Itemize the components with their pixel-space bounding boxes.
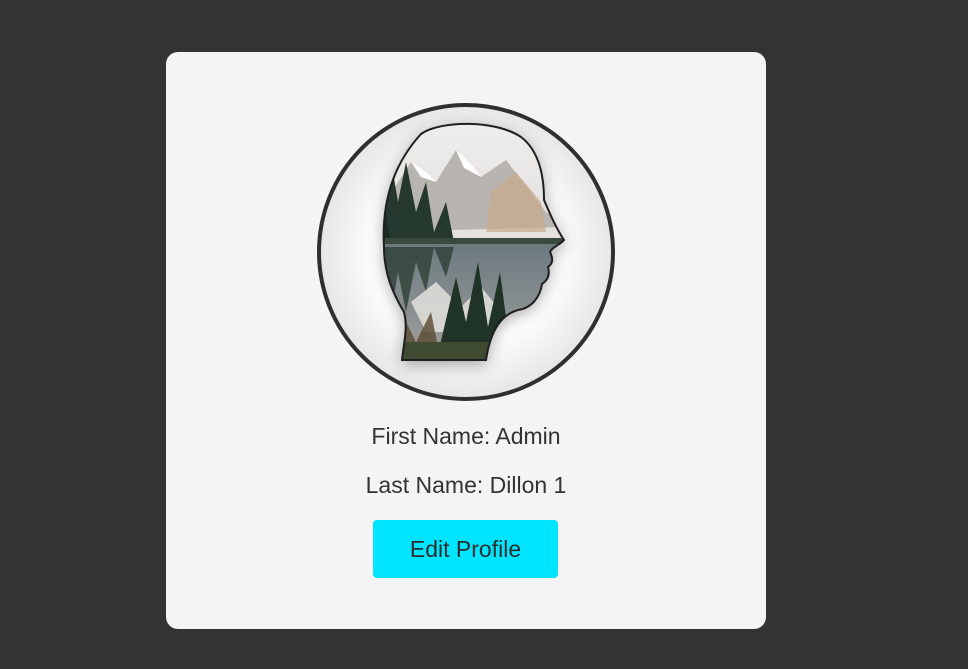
first-name-text: First Name: Admin — [371, 423, 561, 449]
last-name-text: Last Name: Dillon 1 — [365, 472, 567, 498]
profile-avatar — [316, 102, 616, 402]
avatar-image — [317, 103, 615, 401]
edit-profile-button[interactable]: Edit Profile — [373, 520, 558, 578]
profile-card: First Name: Admin Last Name: Dillon 1 Ed… — [166, 52, 766, 629]
